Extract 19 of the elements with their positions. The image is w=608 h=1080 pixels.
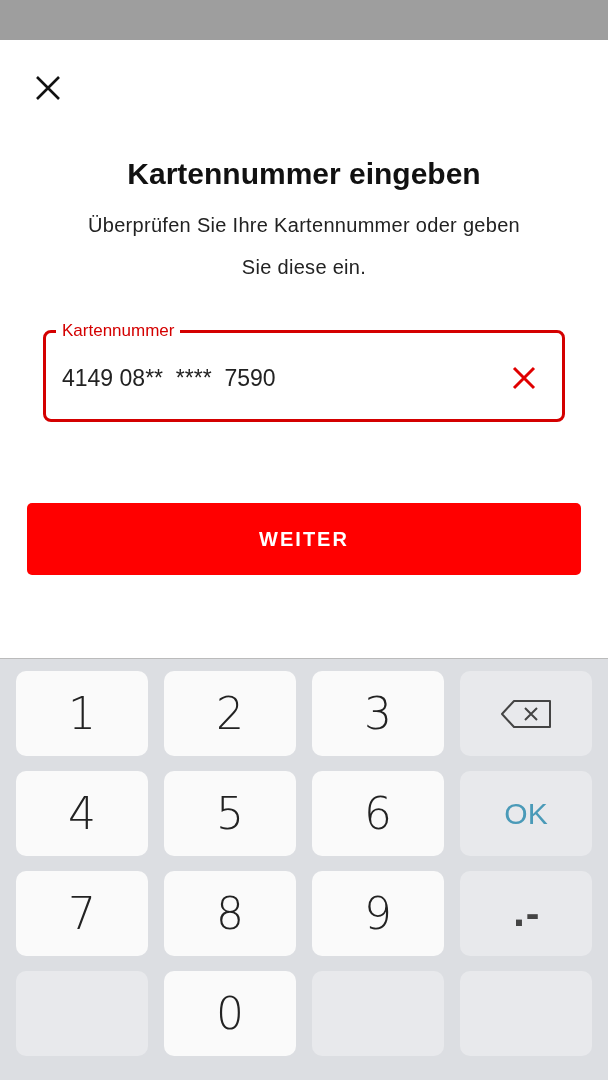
digit-key[interactable]: 4 (16, 771, 148, 856)
digit-key[interactable]: 7 (16, 871, 148, 956)
clear-icon[interactable] (512, 366, 536, 390)
digit-key[interactable]: 0 (164, 971, 296, 1056)
digit-key[interactable]: 2 (164, 671, 296, 756)
digit-key[interactable]: 9 (312, 871, 444, 956)
page-title: Kartennummer eingeben (127, 156, 481, 192)
digit-key[interactable]: 6 (312, 771, 444, 856)
digit-key[interactable]: 5 (164, 771, 296, 856)
backspace-key[interactable] (460, 671, 592, 756)
field-value: 4149 08** **** 7590 (62, 364, 277, 392)
continue-button[interactable]: WEITER (27, 503, 581, 575)
digit-key[interactable]: 8 (164, 871, 296, 956)
digit-key[interactable]: 1 (16, 671, 148, 756)
digit-key[interactable]: 3 (312, 671, 444, 756)
instruction-text: Überprüfen Sie Ihre Kartennummer oder geben Sie diese ein. (87, 213, 521, 280)
backspace-icon (500, 698, 552, 729)
close-icon[interactable] (35, 75, 61, 101)
symbol-key[interactable]: .- (460, 871, 592, 956)
